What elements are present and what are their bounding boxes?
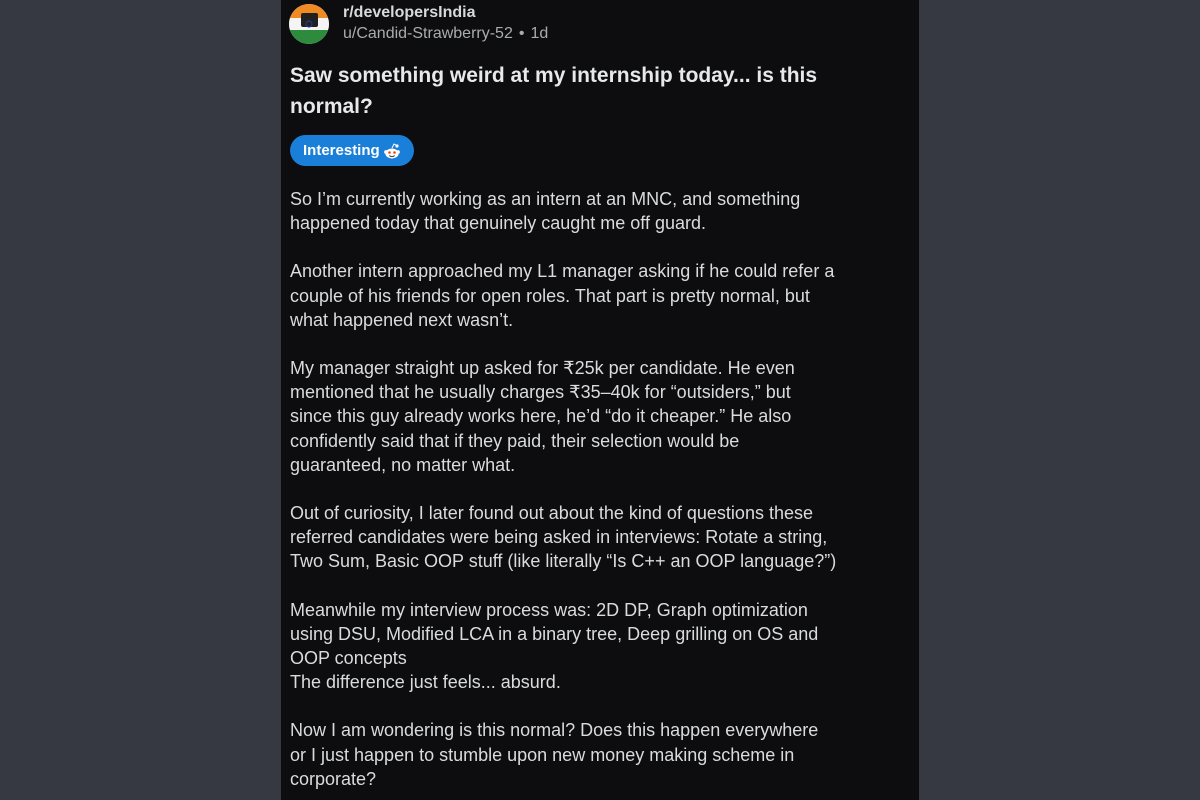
post-paragraph: Out of curiosity, I later found out abou…	[290, 501, 918, 574]
author-line: u/Candid-Strawberry-52 • 1d	[343, 23, 548, 45]
subreddit-avatar-icon[interactable]	[289, 4, 329, 44]
body-line: The difference just feels... absurd.	[290, 672, 561, 693]
body-line: happened today that genuinely caught me …	[290, 213, 706, 234]
body-line: referred candidates were being asked in …	[290, 527, 828, 548]
body-line: guaranteed, no matter what.	[290, 454, 516, 475]
post-paragraph: My manager straight up asked for ₹25k pe…	[290, 356, 918, 477]
body-line: Out of curiosity, I later found out abou…	[290, 503, 813, 524]
screenshot-stage: r/developersIndia u/Candid-Strawberry-52…	[0, 0, 1200, 800]
body-line: Now I am wondering is this normal? Does …	[290, 720, 819, 741]
post-meta: r/developersIndia u/Candid-Strawberry-52…	[343, 3, 548, 45]
post-title-line: normal?	[290, 95, 373, 118]
post-paragraph: Now I am wondering is this normal? Does …	[290, 718, 918, 791]
body-line: So I’m currently working as an intern at…	[290, 189, 801, 209]
post-paragraph: Another intern approached my L1 manager …	[290, 259, 918, 332]
post-header: r/developersIndia u/Candid-Strawberry-52…	[289, 2, 548, 46]
post-paragraph: So I’m currently working as an intern at…	[290, 187, 918, 235]
body-line: or I just happen to stumble upon new mon…	[290, 744, 795, 765]
meta-separator: •	[518, 25, 525, 42]
post-title-line: Saw something weird at my internship tod…	[290, 64, 818, 87]
body-line: since this guy already works here, he’d …	[290, 406, 792, 427]
body-line: My manager straight up asked for ₹25k pe…	[290, 358, 795, 379]
post-body: So I’m currently working as an intern at…	[290, 187, 918, 800]
body-line: what happened next wasn’t.	[290, 309, 514, 330]
body-line: Meanwhile my interview process was: 2D D…	[290, 599, 808, 620]
subreddit-name[interactable]: r/developersIndia	[343, 3, 548, 23]
post-paragraph: Meanwhile my interview process was: 2D D…	[290, 598, 918, 695]
post-flair[interactable]: Interesting	[290, 135, 414, 166]
body-line: corporate?	[290, 768, 377, 789]
post-age: 1d	[530, 25, 549, 42]
reddit-post: r/developersIndia u/Candid-Strawberry-52…	[281, 0, 919, 800]
author-username[interactable]: u/Candid-Strawberry-52	[343, 25, 513, 42]
body-line: mentioned that he usually charges ₹35–40…	[290, 382, 791, 403]
body-line: OOP concepts	[290, 648, 407, 669]
body-line: Another intern approached my L1 manager …	[290, 261, 835, 282]
body-line: using DSU, Modified LCA in a binary tree…	[290, 623, 819, 644]
reddit-snoo-icon	[382, 141, 402, 161]
body-line: couple of his friends for open roles. Th…	[290, 285, 810, 306]
body-line: Two Sum, Basic OOP stuff (like literally…	[290, 551, 837, 572]
flair-label: Interesting	[303, 142, 380, 159]
post-title[interactable]: Saw something weird at my internship tod…	[290, 60, 890, 122]
body-line: confidently said that if they paid, thei…	[290, 430, 740, 451]
